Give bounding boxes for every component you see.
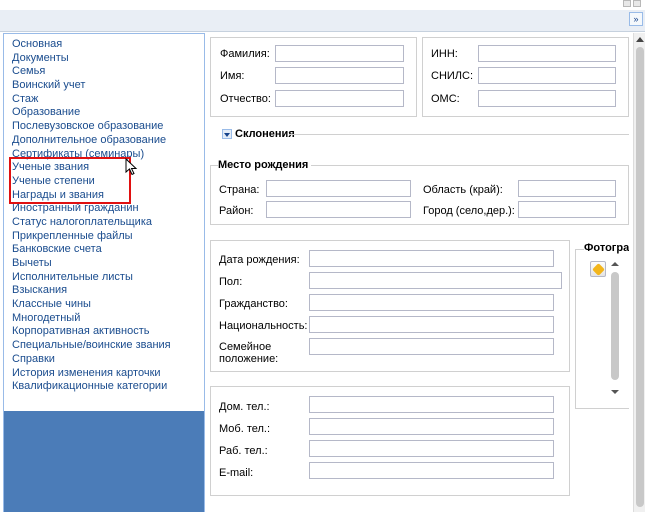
gender-select[interactable] (309, 272, 562, 289)
sidebar-item-class-ranks[interactable]: Классные чины (12, 298, 204, 312)
window-title-bar (0, 0, 645, 10)
sidebar-item-main[interactable]: Основная (12, 38, 204, 52)
birthdate-input[interactable] (309, 250, 554, 267)
sidebar-item-military[interactable]: Воинский учет (12, 79, 204, 93)
sidebar-item-education[interactable]: Образование (12, 106, 204, 120)
inn-label: ИНН: (431, 48, 458, 60)
district-label: Район: (219, 205, 254, 217)
surname-label: Фамилия: (220, 48, 270, 60)
inn-input[interactable] (478, 45, 616, 62)
home-phone-input[interactable] (309, 396, 554, 413)
gender-label: Пол: (219, 276, 243, 288)
scroll-down-icon[interactable] (611, 390, 619, 394)
maximize-icon[interactable] (633, 0, 641, 7)
mobile-phone-input[interactable] (309, 418, 554, 435)
photo-legend: Фотограф (584, 242, 629, 254)
sidebar-item-awards[interactable]: Награды и звания (12, 189, 204, 203)
scroll-up-icon[interactable] (611, 262, 619, 266)
district-input[interactable] (266, 201, 411, 218)
citizenship-input[interactable] (309, 294, 554, 311)
patronymic-label: Отчество: (220, 93, 271, 105)
sidebar-item-postgraduate[interactable]: Послевузовское образование (12, 120, 204, 134)
snils-input[interactable] (478, 67, 616, 84)
sidebar-item-deductions[interactable]: Вычеты (12, 257, 204, 271)
oms-input[interactable] (478, 90, 616, 107)
sidebar-item-experience[interactable]: Стаж (12, 93, 204, 107)
snils-label: СНИЛС: (431, 70, 474, 82)
scroll-thumb[interactable] (636, 47, 644, 507)
marital-label-line2: положение: (219, 353, 279, 365)
sidebar-item-references[interactable]: Справки (12, 353, 204, 367)
sidebar-item-card-history[interactable]: История изменения карточки (12, 367, 204, 381)
country-input[interactable] (266, 180, 411, 197)
sidebar-item-academic-degrees[interactable]: Ученые степени (12, 175, 204, 189)
sidebar-item-certificates[interactable]: Сертификаты (семинары) (12, 148, 204, 162)
scroll-thumb[interactable] (611, 272, 619, 380)
declension-toggle-icon[interactable] (222, 129, 232, 139)
birthdate-label: Дата рождения: (219, 254, 300, 266)
collapse-button[interactable]: » (629, 12, 643, 26)
panel-toolbar: » (0, 10, 645, 32)
declension-divider (290, 134, 629, 135)
sidebar-item-large-family[interactable]: Многодетный (12, 312, 204, 326)
sidebar-item-special-ranks[interactable]: Специальные/воинские звания (12, 339, 204, 353)
citizenship-label: Гражданство: (219, 298, 288, 310)
photo-scrollbar[interactable] (610, 260, 620, 396)
sidebar-item-additional-education[interactable]: Дополнительное образование (12, 134, 204, 148)
name-input[interactable] (275, 67, 404, 84)
email-input[interactable] (309, 462, 554, 479)
pencil-icon (592, 263, 605, 276)
declension-legend[interactable]: Склонения (235, 128, 298, 140)
sidebar-item-writs[interactable]: Исполнительные листы (12, 271, 204, 285)
surname-input[interactable] (275, 45, 404, 62)
sidebar-footer (4, 411, 204, 512)
main-scrollbar[interactable] (633, 33, 645, 512)
city-label: Город (село,дер.): (423, 205, 515, 217)
sidebar-item-penalties[interactable]: Взыскания (12, 284, 204, 298)
oms-label: ОМС: (431, 93, 460, 105)
photo-edit-button[interactable] (590, 261, 606, 277)
birthplace-legend: Место рождения (218, 159, 312, 171)
sidebar-item-academic-titles[interactable]: Ученые звания (12, 161, 204, 175)
country-label: Страна: (219, 184, 260, 196)
sidebar-item-corporate-activity[interactable]: Корпоративная активность (12, 325, 204, 339)
region-input[interactable] (518, 180, 616, 197)
sidebar-item-tax-status[interactable]: Статус налогоплательщика (12, 216, 204, 230)
sidebar-item-family[interactable]: Семья (12, 65, 204, 79)
sidebar-item-foreign-citizen[interactable]: Иностранный гражданин (12, 202, 204, 216)
work-phone-label: Раб. тел.: (219, 445, 268, 457)
name-label: Имя: (220, 70, 245, 82)
city-input[interactable] (518, 201, 616, 218)
nationality-label: Национальность: (219, 320, 308, 332)
nationality-input[interactable] (309, 316, 554, 333)
minimize-icon[interactable] (623, 0, 631, 7)
email-label: E-mail: (219, 467, 254, 479)
sidebar-item-attached-files[interactable]: Прикрепленные файлы (12, 230, 204, 244)
window-controls (623, 0, 641, 7)
scroll-up-icon[interactable] (636, 37, 644, 42)
marital-label-line1: Семейное (219, 341, 272, 353)
mobile-phone-label: Моб. тел.: (219, 423, 271, 435)
sidebar-nav: Основная Документы Семья Воинский учет С… (4, 34, 204, 394)
patronymic-input[interactable] (275, 90, 404, 107)
work-phone-input[interactable] (309, 440, 554, 457)
sidebar: Основная Документы Семья Воинский учет С… (3, 33, 205, 512)
sidebar-item-bank-accounts[interactable]: Банковские счета (12, 243, 204, 257)
mouse-cursor-icon (125, 158, 138, 176)
marital-input[interactable] (309, 338, 554, 355)
region-label: Область (край): (423, 184, 503, 196)
home-phone-label: Дом. тел.: (219, 401, 270, 413)
sidebar-item-documents[interactable]: Документы (12, 52, 204, 66)
sidebar-item-qualification[interactable]: Квалификационные категории (12, 380, 204, 394)
